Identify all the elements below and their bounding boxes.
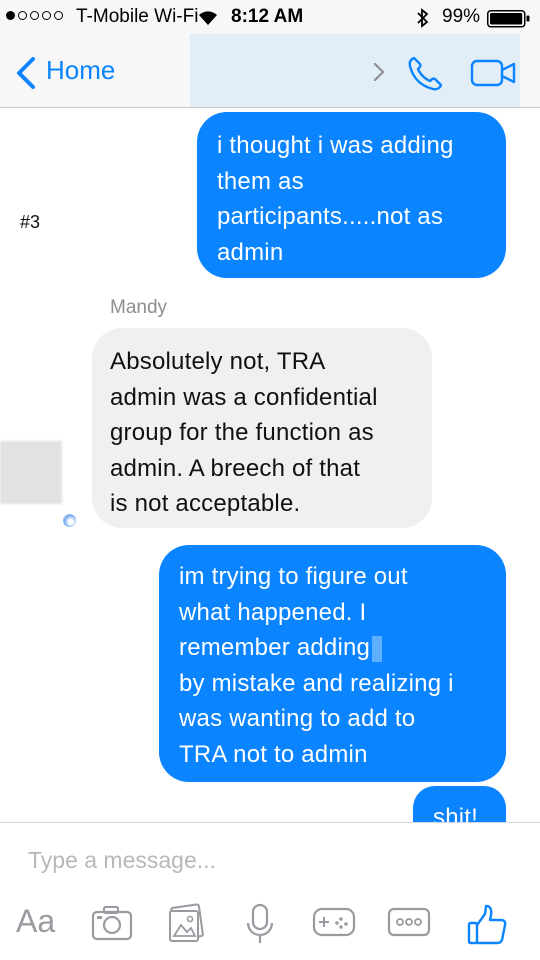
microphone-icon[interactable]: [245, 903, 275, 952]
camera-icon[interactable]: [90, 903, 134, 948]
back-button[interactable]: Home: [46, 55, 115, 86]
side-note: #3: [20, 212, 41, 232]
message-line: im trying to figure out: [179, 563, 408, 590]
message-input[interactable]: Type a message...: [28, 847, 216, 874]
chevron-right-icon[interactable]: [372, 62, 386, 87]
message-bubble-incoming[interactable]: Absolutely not, TRA admin was a confiden…: [92, 328, 432, 528]
message-line: admin: [217, 238, 284, 266]
redacted-text: [372, 635, 383, 662]
message-bubble-outgoing[interactable]: im trying to figure out what happened. I…: [159, 545, 506, 782]
message-line: i thought i was adding: [217, 132, 454, 159]
message-bubble-outgoing[interactable]: shit!: [413, 786, 506, 822]
signal-strength-icon: [6, 11, 63, 20]
message-line: shit!: [433, 804, 479, 822]
game-controller-icon[interactable]: [311, 903, 357, 946]
message-line: admin was a confidential: [110, 383, 378, 411]
composer: Type a message... Aa: [0, 822, 540, 960]
message-line: group for the function as: [110, 419, 374, 446]
phone-icon[interactable]: [405, 54, 445, 99]
message-bubble-outgoing[interactable]: i thought i was adding them as participa…: [197, 112, 506, 278]
message-line: what happened. I: [179, 598, 367, 626]
wifi-icon: [196, 7, 220, 33]
photo-icon[interactable]: [166, 903, 206, 950]
message-line: by mistake and realizing i: [179, 669, 454, 697]
more-icon[interactable]: [386, 903, 432, 946]
message-line: is not acceptable.: [110, 490, 301, 517]
avatar[interactable]: [0, 441, 62, 504]
seen-indicator-icon: [63, 514, 76, 527]
message-line: participants.....not as: [217, 203, 444, 230]
nav-bar: Home: [0, 34, 540, 108]
chevron-left-icon[interactable]: [14, 56, 38, 95]
thumbs-up-icon[interactable]: [466, 903, 508, 952]
battery-icon: [487, 10, 530, 28]
message-line: them as: [217, 167, 304, 195]
message-line: TRA not to admin: [179, 740, 368, 768]
text-format-button[interactable]: Aa: [16, 903, 55, 940]
bluetooth-icon: [415, 6, 431, 36]
message-line: remember adding: [179, 630, 486, 666]
video-camera-icon[interactable]: [470, 59, 518, 92]
message-line: admin. A breech of that: [110, 454, 361, 482]
message-line: was wanting to add to: [179, 705, 416, 732]
message-line: Absolutely not, TRA: [110, 348, 326, 375]
message-thread[interactable]: #3 i thought i was adding them as partic…: [0, 108, 540, 822]
clock: 8:12 AM: [231, 6, 304, 27]
message-text: remember adding: [179, 634, 371, 661]
carrier-name: T-Mobile Wi-Fi: [76, 6, 199, 27]
sender-name: Mandy: [110, 297, 168, 318]
battery-percent: 99%: [442, 6, 481, 27]
status-bar: T-Mobile Wi-Fi 8:12 AM 99%: [0, 0, 540, 34]
